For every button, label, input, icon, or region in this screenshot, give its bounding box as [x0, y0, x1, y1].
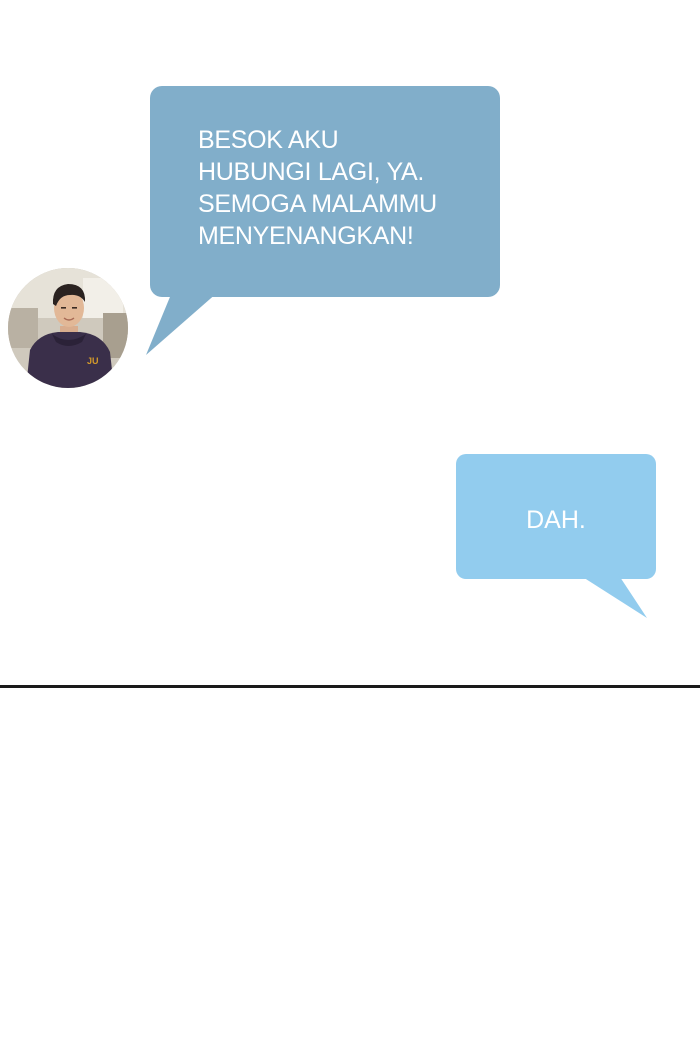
hoodie-emblem: JU [87, 356, 99, 366]
divider [0, 685, 700, 688]
outgoing-message-text: DAH. [526, 506, 586, 534]
user-portrait-icon: JU [8, 268, 128, 388]
chat-panel: JU BESOK AKU HUBUNGI LAGI, YA. SEMOGA MA… [0, 0, 700, 1059]
avatar[interactable]: JU [8, 268, 128, 388]
incoming-message-text: BESOK AKU HUBUNGI LAGI, YA. SEMOGA MALAM… [198, 126, 437, 250]
